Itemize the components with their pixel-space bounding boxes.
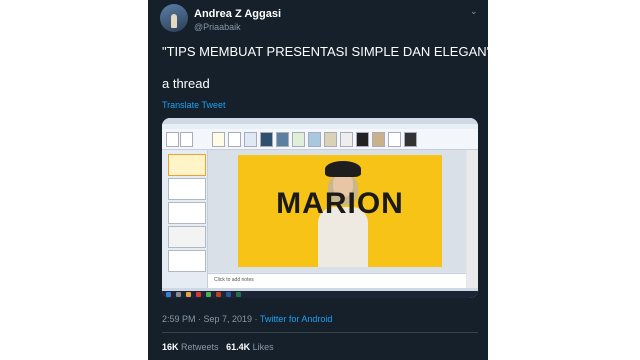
ribbon-theme [388,132,401,147]
avatar-figure [171,14,177,28]
taskbar-icon [226,292,231,297]
start-icon [166,292,171,297]
ribbon-theme [324,132,337,147]
ribbon-theme [292,132,305,147]
divider [162,332,478,333]
tweet-stats: 16K Retweets 61.4K Likes [162,342,274,352]
taskbar-icon [196,292,201,297]
slide-thumbnail[interactable] [168,226,206,248]
taskbar-icon [206,292,211,297]
tweet-card: Andrea Z Aggasi @Priaabaik ⌄ "TIPS MEMBU… [148,0,492,360]
ribbon-button [166,132,179,147]
taskbar-icon [186,292,191,297]
taskbar-icon [236,292,241,297]
slide-thumbnail[interactable] [168,250,206,272]
slide-thumbnail[interactable] [168,178,206,200]
tweet-media-image[interactable]: MARION Click to add notes [162,118,478,298]
author-handle[interactable]: @Priaabaik [194,22,241,32]
likes-label[interactable]: Likes [253,342,274,352]
tweet-timestamp[interactable]: 2:59 PM · Sep 7, 2019 · [162,314,260,324]
ribbon-theme [228,132,241,147]
chevron-down-icon[interactable]: ⌄ [470,6,478,17]
slide[interactable]: MARION [238,155,442,267]
retweets-label[interactable]: Retweets [181,342,219,352]
ribbon-theme [356,132,369,147]
author-name[interactable]: Andrea Z Aggasi [194,8,281,20]
ribbon-theme [244,132,257,147]
slide-title: MARION [276,187,404,220]
vertical-scrollbar[interactable] [467,150,478,288]
retweets-count[interactable]: 16K [162,342,179,352]
ribbon-theme [260,132,273,147]
taskbar-icon [176,292,181,297]
ribbon-theme [372,132,385,147]
translate-tweet-link[interactable]: Translate Tweet [162,100,226,110]
avatar[interactable] [160,4,188,32]
likes-count[interactable]: 61.4K [226,342,250,352]
app-ribbon [162,129,478,150]
notes-pane[interactable]: Click to add notes [208,273,466,289]
slide-photo [325,161,361,177]
ribbon-theme [212,132,225,147]
tweet-source[interactable]: Twitter for Android [260,314,333,324]
slide-thumbnail-panel [162,150,208,288]
ribbon-theme [340,132,353,147]
ribbon-theme [276,132,289,147]
slide-thumbnail[interactable] [168,202,206,224]
taskbar [162,291,478,298]
ribbon-theme [308,132,321,147]
tweet-text-line2: a thread [162,76,210,91]
taskbar-icon [216,292,221,297]
tweet-text-line1: "TIPS MEMBUAT PRESENTASI SIMPLE DAN ELEG… [162,44,492,59]
slide-canvas: MARION [208,150,466,272]
ribbon-button [180,132,193,147]
ribbon-theme [404,132,417,147]
tweet-meta: 2:59 PM · Sep 7, 2019 · Twitter for Andr… [162,314,332,324]
slide-thumbnail[interactable] [168,154,206,176]
notes-placeholder: Click to add notes [214,277,254,283]
